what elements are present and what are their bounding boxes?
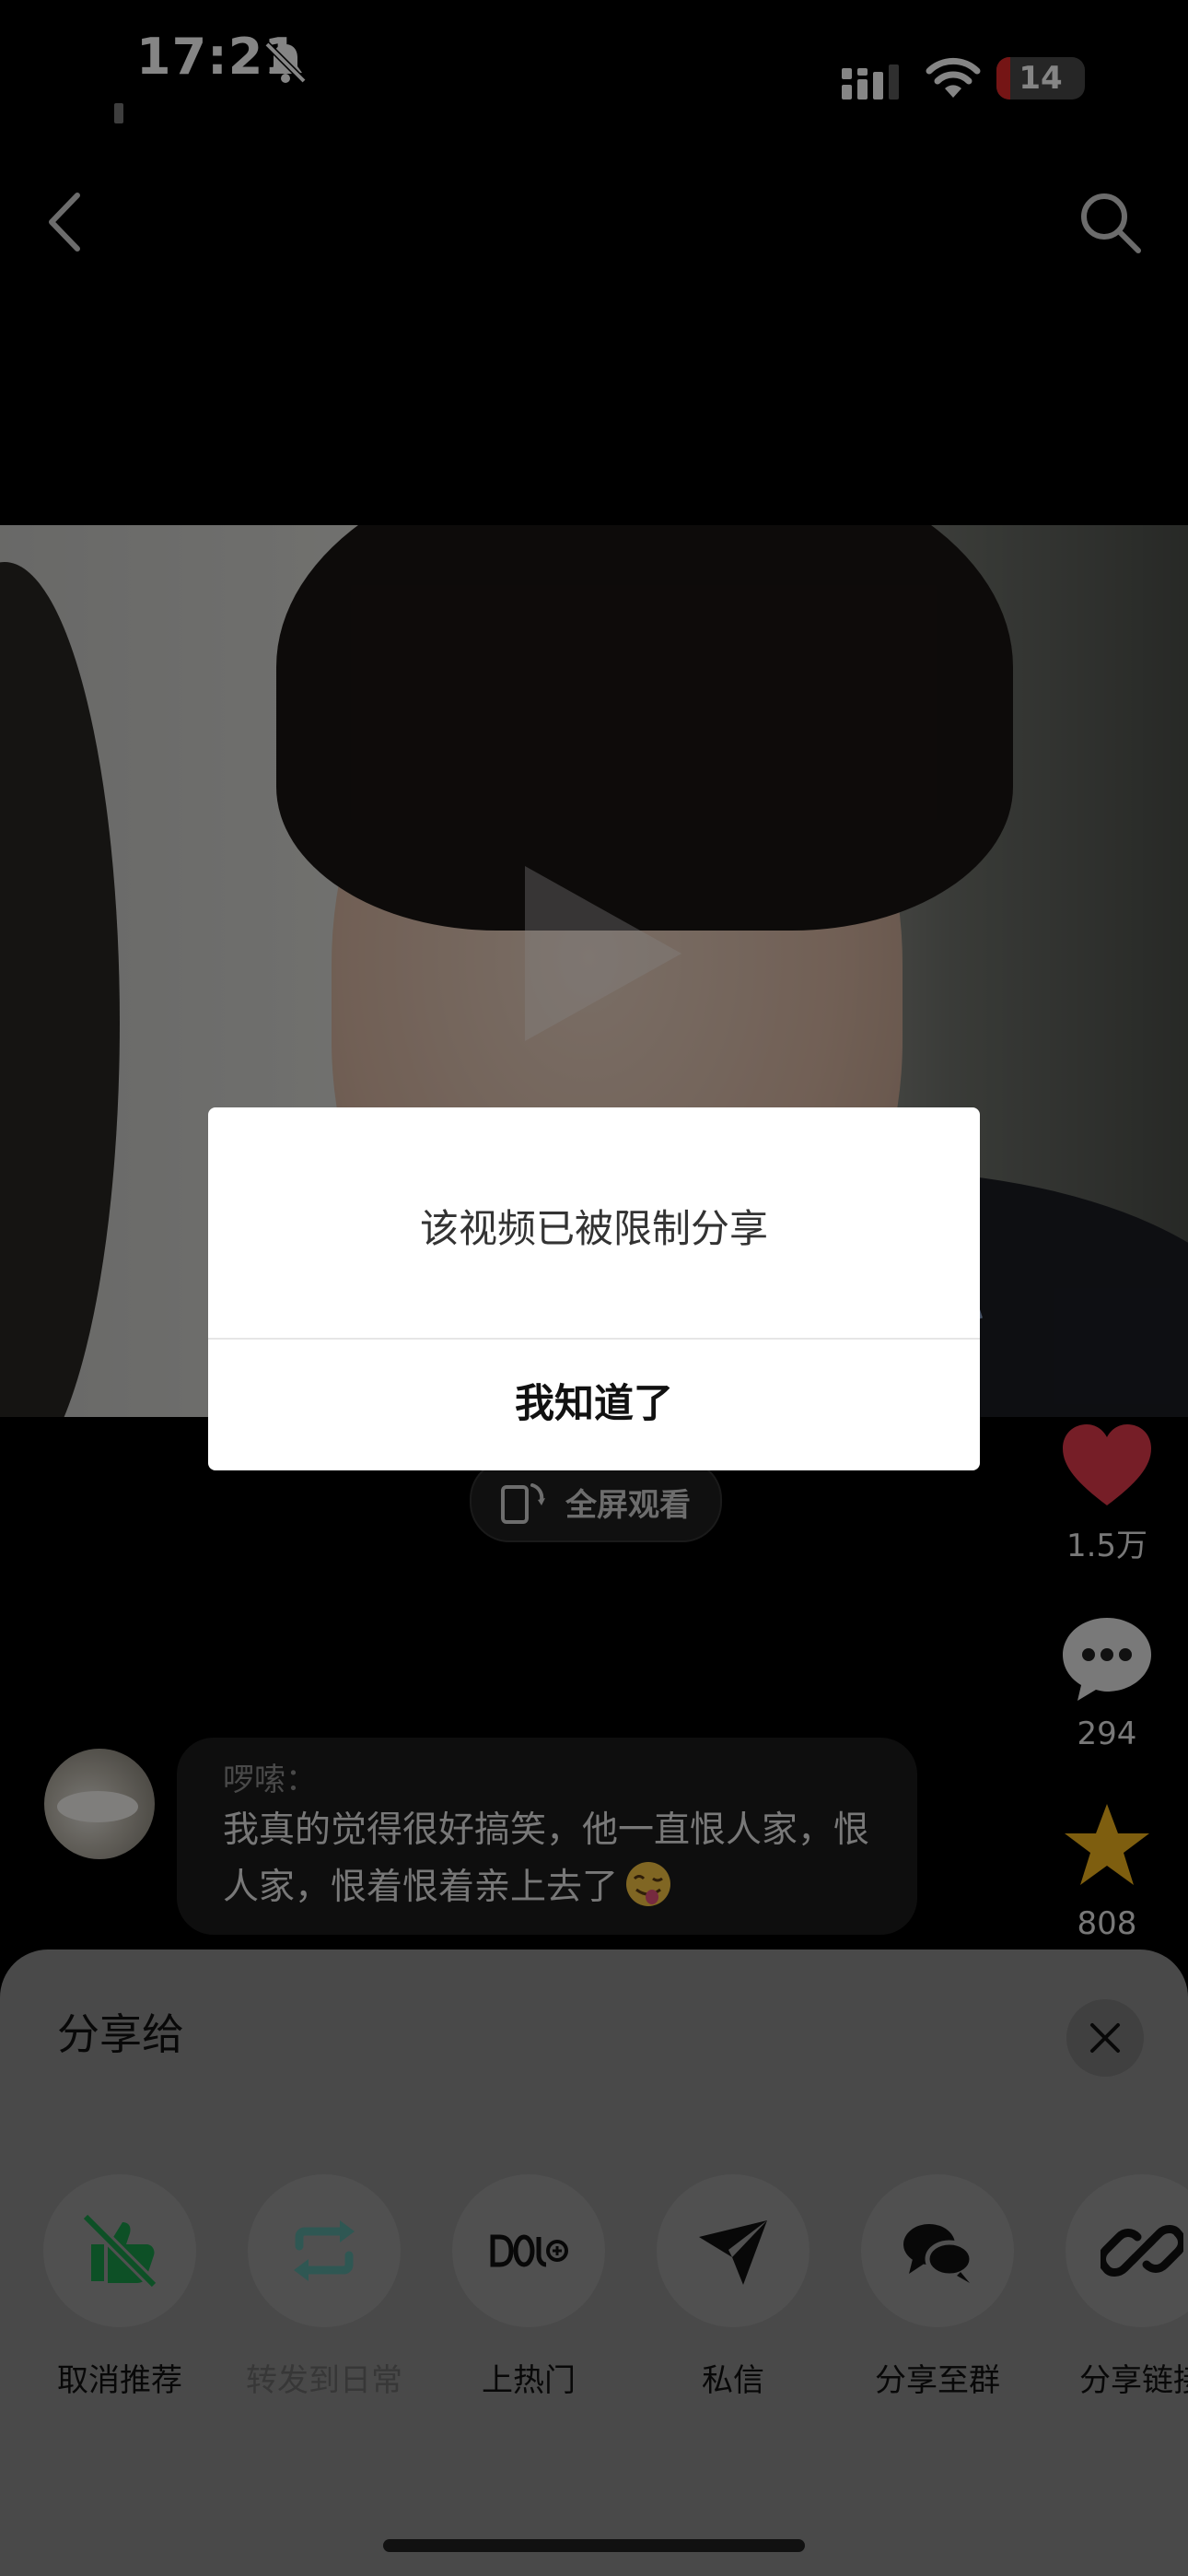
- home-indicator[interactable]: [383, 2539, 805, 2552]
- restricted-share-dialog: 该视频已被限制分享 我知道了: [208, 1107, 980, 1470]
- dialog-message: 该视频已被限制分享: [419, 1206, 768, 1251]
- dialog-confirm-button[interactable]: 我知道了: [208, 1338, 980, 1470]
